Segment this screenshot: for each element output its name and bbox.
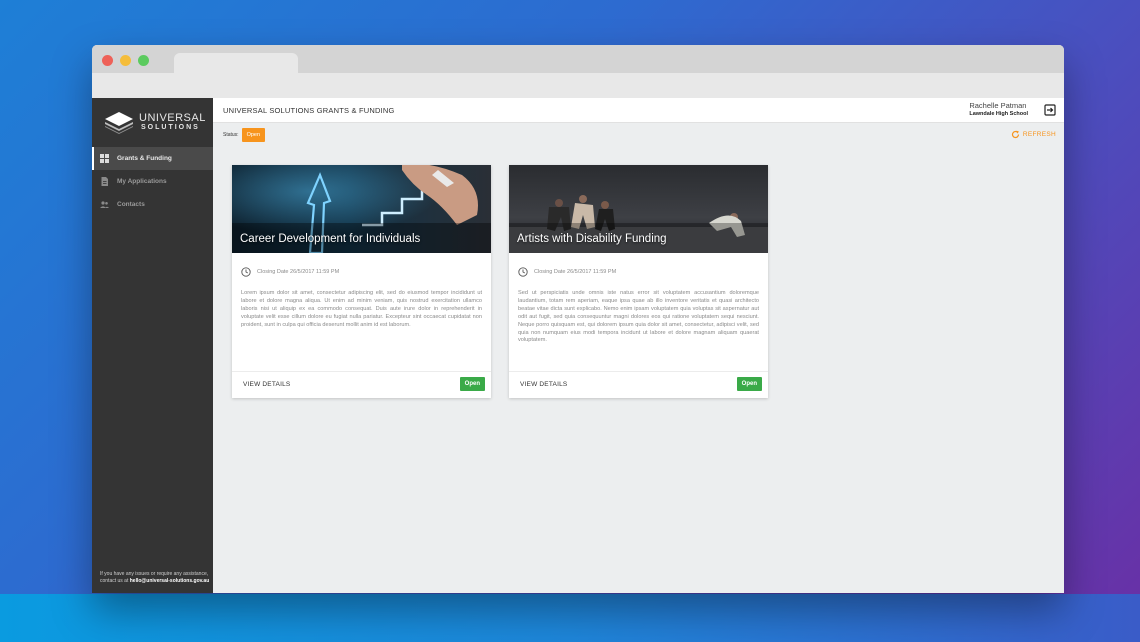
grant-card[interactable]: Career Development for Individuals Closi… bbox=[232, 165, 491, 398]
refresh-button[interactable]: REFRESH bbox=[1011, 130, 1056, 139]
grant-card-description: Lorem ipsum dolor sit amet, consectetur … bbox=[241, 290, 482, 328]
status-filter-label: Status: bbox=[223, 131, 239, 138]
logo-icon bbox=[105, 112, 133, 134]
closing-date-text: Closing Date 26/5/2017 11:59 PM bbox=[257, 269, 340, 275]
sidebar-item-contacts[interactable]: Contacts bbox=[92, 193, 213, 216]
grant-card-footer: VIEW DETAILS Open bbox=[509, 371, 768, 398]
grant-card-title: Artists with Disability Funding bbox=[517, 233, 667, 245]
sidebar-item-label: Contacts bbox=[117, 201, 145, 208]
top-bar: UNIVERSAL SOLUTIONS GRANTS & FUNDING Rac… bbox=[213, 98, 1064, 123]
clock-icon bbox=[241, 267, 251, 277]
people-icon bbox=[100, 201, 109, 208]
view-details-button[interactable]: VIEW DETAILS bbox=[243, 381, 290, 388]
user-school: Lawndale High School bbox=[969, 111, 1028, 117]
grant-card-title: Career Development for Individuals bbox=[240, 233, 421, 245]
sidebar: UNIVERSAL SOLUTIONS Grants & Funding My … bbox=[92, 98, 213, 593]
minimize-window-button[interactable] bbox=[120, 55, 131, 66]
grant-card-footer: VIEW DETAILS Open bbox=[232, 371, 491, 398]
browser-window: UNIVERSAL SOLUTIONS Grants & Funding My … bbox=[92, 45, 1064, 593]
refresh-label: REFRESH bbox=[1022, 131, 1056, 138]
logo-word-universal: UNIVERSAL bbox=[139, 112, 206, 124]
maximize-window-button[interactable] bbox=[138, 55, 149, 66]
clock-icon bbox=[518, 267, 528, 277]
logout-icon[interactable] bbox=[1044, 104, 1056, 116]
help-text: If you have any issues or require any as… bbox=[100, 571, 210, 585]
grant-card-description: Sed ut perspiciatis unde omnis iste natu… bbox=[518, 290, 759, 344]
status-badge[interactable]: Open bbox=[736, 377, 762, 391]
document-icon bbox=[101, 177, 108, 186]
grid-icon bbox=[100, 154, 109, 163]
status-badge[interactable]: Open bbox=[459, 377, 485, 391]
view-details-button[interactable]: VIEW DETAILS bbox=[520, 381, 567, 388]
sidebar-item-label: My Applications bbox=[117, 178, 167, 185]
status-filter: Status: Open bbox=[223, 127, 266, 142]
sidebar-nav: Grants & Funding My Applications Contact… bbox=[92, 147, 213, 216]
close-window-button[interactable] bbox=[102, 55, 113, 66]
sidebar-item-grants-funding[interactable]: Grants & Funding bbox=[92, 147, 213, 170]
closing-date: Closing Date 26/5/2017 11:59 PM bbox=[518, 267, 616, 277]
main-content: UNIVERSAL SOLUTIONS GRANTS & FUNDING Rac… bbox=[213, 98, 1064, 593]
user-name: Rachelle Patman bbox=[969, 101, 1027, 110]
sidebar-item-my-applications[interactable]: My Applications bbox=[92, 170, 213, 193]
address-bar[interactable] bbox=[92, 73, 1064, 98]
app: UNIVERSAL SOLUTIONS Grants & Funding My … bbox=[92, 98, 1064, 593]
page-title: UNIVERSAL SOLUTIONS GRANTS & FUNDING bbox=[223, 106, 395, 115]
status-filter-dropdown[interactable]: Open bbox=[241, 127, 266, 142]
browser-tab[interactable] bbox=[174, 53, 298, 73]
background-band bbox=[0, 594, 1140, 642]
closing-date-text: Closing Date 26/5/2017 11:59 PM bbox=[534, 269, 617, 275]
logo[interactable]: UNIVERSAL SOLUTIONS bbox=[103, 110, 208, 136]
user-info: Rachelle Patman Lawndale High School bbox=[969, 101, 1028, 117]
grant-card[interactable]: Artists with Disability Funding Closing … bbox=[509, 165, 768, 398]
grant-card-image: Artists with Disability Funding bbox=[509, 165, 768, 253]
sidebar-item-label: Grants & Funding bbox=[117, 155, 172, 162]
refresh-icon bbox=[1011, 130, 1019, 139]
grant-card-image: Career Development for Individuals bbox=[232, 165, 491, 253]
help-email-link[interactable]: hello@universal-solutions.gov.au bbox=[130, 578, 210, 584]
logo-word-solutions: SOLUTIONS bbox=[141, 124, 200, 131]
closing-date: Closing Date 26/5/2017 11:59 PM bbox=[241, 267, 339, 277]
browser-chrome bbox=[92, 45, 1064, 98]
